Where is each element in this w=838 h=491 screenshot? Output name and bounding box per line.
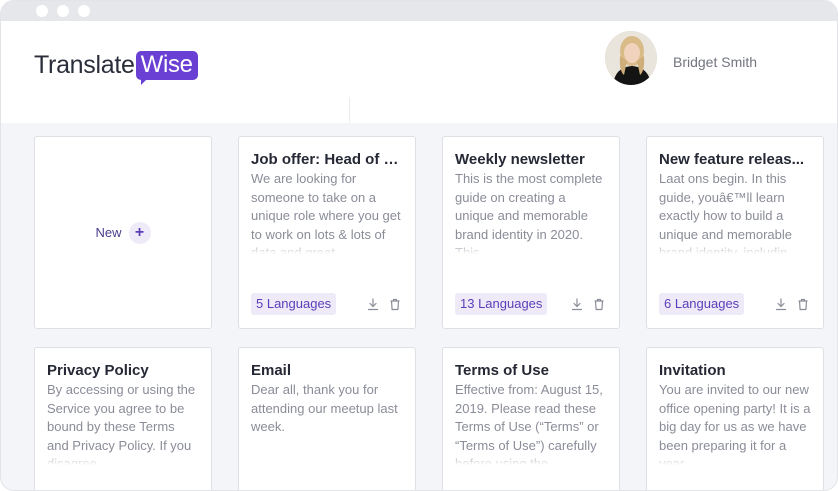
- document-card[interactable]: Privacy Policy By accessing or using the…: [34, 347, 212, 490]
- document-title: Invitation: [659, 362, 726, 379]
- plus-icon: +: [128, 221, 151, 244]
- languages-badge[interactable]: 6 Languages: [659, 293, 745, 315]
- new-label: New: [95, 225, 122, 240]
- document-title: New feature releas...: [659, 151, 805, 168]
- app-header: Translate Wise Bridget Smith: [1, 21, 837, 123]
- document-title: Weekly newsletter: [455, 151, 585, 168]
- trash-icon[interactable]: [797, 298, 809, 311]
- new-document-card[interactable]: New +: [34, 136, 212, 329]
- card-footer: 5 Languages: [251, 293, 403, 315]
- document-preview: We are looking for someone to take on a …: [251, 170, 403, 254]
- card-footer: 13 Languages: [455, 293, 607, 315]
- logo-text: Translate: [34, 51, 135, 79]
- document-preview: Laat ons begin. In this guide, youâ€™ll …: [659, 170, 811, 254]
- document-card[interactable]: Invitation You are invited to our new of…: [646, 347, 824, 490]
- document-preview: Effective from: August 15, 2019. Please …: [455, 381, 607, 465]
- document-preview: Dear all, thank you for attending our me…: [251, 381, 403, 465]
- new-document-button[interactable]: New +: [95, 221, 151, 244]
- window-control-dot[interactable]: [57, 5, 69, 17]
- app-window: Translate Wise Bridget Smith New + Job o…: [0, 0, 838, 491]
- document-title: Job offer: Head of D...: [251, 151, 403, 168]
- user-name[interactable]: Bridget Smith: [673, 54, 757, 70]
- languages-badge[interactable]: 5 Languages: [251, 293, 337, 315]
- document-title: Email: [251, 362, 292, 379]
- trash-icon[interactable]: [389, 298, 401, 311]
- card-footer: 6 Languages: [659, 293, 811, 315]
- window-control-dot[interactable]: [78, 5, 90, 17]
- avatar-photo: [605, 31, 657, 85]
- document-card[interactable]: Weekly newsletter This is the most compl…: [442, 136, 620, 329]
- download-icon[interactable]: [367, 297, 379, 311]
- document-card[interactable]: New feature releas... Laat ons begin. In…: [646, 136, 824, 329]
- window-titlebar: [1, 1, 837, 21]
- languages-badge[interactable]: 13 Languages: [455, 293, 548, 315]
- document-title: Terms of Use: [455, 362, 549, 379]
- card-actions: [571, 297, 605, 311]
- card-actions: [367, 297, 401, 311]
- document-preview: This is the most complete guide on creat…: [455, 170, 607, 254]
- card-actions: [775, 297, 809, 311]
- trash-icon[interactable]: [593, 298, 605, 311]
- window-control-dot[interactable]: [36, 5, 48, 17]
- document-title: Privacy Policy: [47, 362, 149, 379]
- logo-badge: Wise: [135, 51, 198, 85]
- document-card[interactable]: Terms of Use Effective from: August 15, …: [442, 347, 620, 490]
- document-preview: By accessing or using the Service you ag…: [47, 381, 199, 465]
- download-icon[interactable]: [775, 297, 787, 311]
- avatar[interactable]: [605, 31, 657, 85]
- document-preview: You are invited to our new office openin…: [659, 382, 811, 465]
- app-logo[interactable]: Translate Wise: [34, 51, 198, 85]
- download-icon[interactable]: [571, 297, 583, 311]
- document-card[interactable]: Job offer: Head of D... We are looking f…: [238, 136, 416, 329]
- header-divider: [349, 97, 350, 123]
- document-card[interactable]: Email Dear all, thank you for attending …: [238, 347, 416, 490]
